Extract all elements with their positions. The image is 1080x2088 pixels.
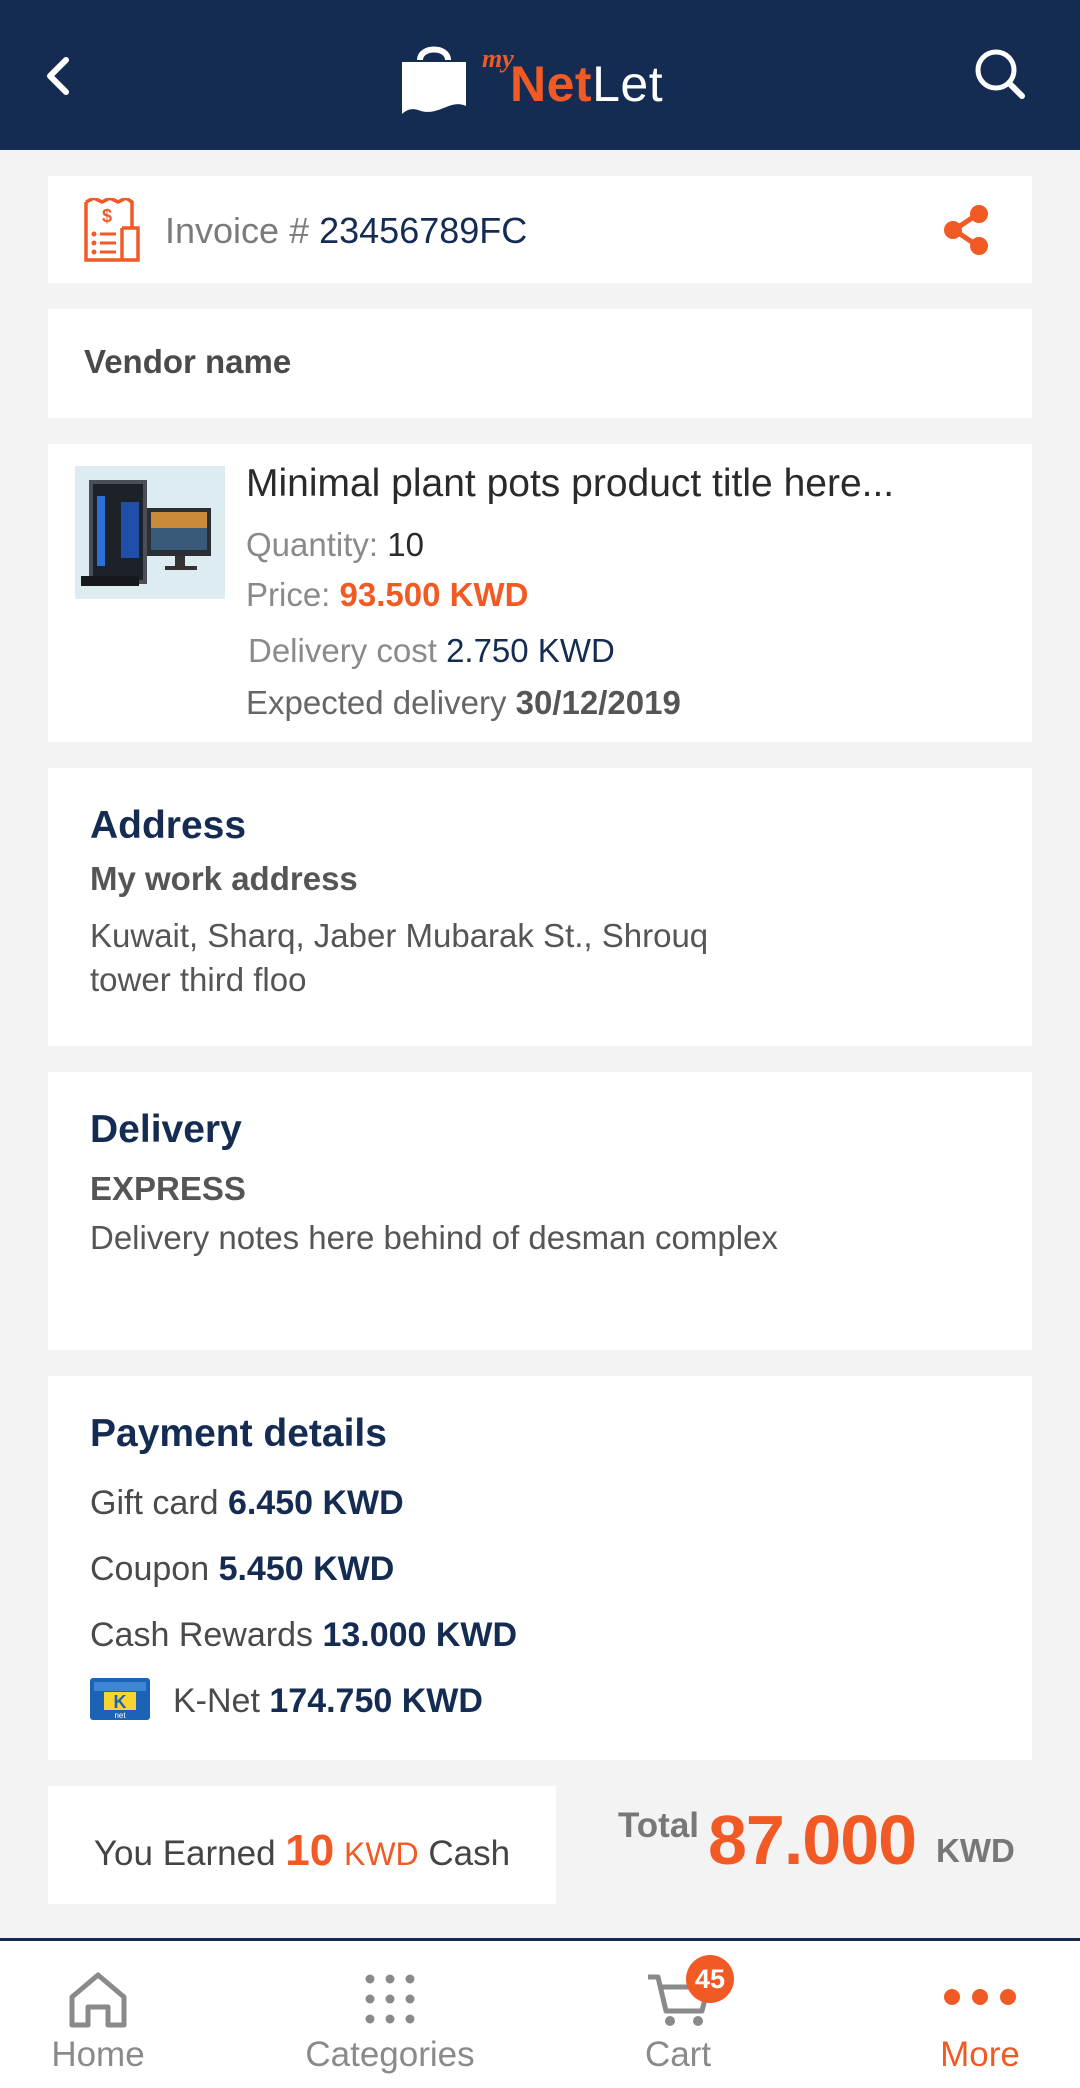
nav-label-more: More [940, 2035, 1020, 2074]
delivery-notes: Delivery notes here behind of desman com… [90, 1219, 778, 1256]
order-total: Total 87.000 KWD [600, 1800, 1030, 1890]
vendor-card[interactable]: Vendor name [48, 309, 1032, 418]
vendor-name: Vendor name [84, 343, 292, 380]
invoice-card: $ Invoice # 23456789FC [48, 176, 1032, 283]
svg-text:net: net [114, 1711, 126, 1720]
svg-text:$: $ [102, 206, 112, 226]
knet-logo-icon: K net [90, 1678, 150, 1720]
payment-card: Payment details Gift card 6.450 KWD Coup… [48, 1376, 1032, 1760]
product-quantity: Quantity: 10 [246, 526, 424, 563]
logo-wordmark: NetLet [510, 56, 664, 112]
app-logo[interactable]: my NetLet [398, 34, 698, 118]
product-expected-delivery: Expected delivery 30/12/2019 [246, 684, 681, 721]
cash-earned-text: You Earned 10 KWD Cash [93, 1826, 511, 1875]
cart-count-badge: 45 [686, 1955, 734, 2003]
delivery-title: Delivery [90, 1108, 242, 1151]
product-image[interactable] [75, 466, 225, 599]
product-card[interactable]: Minimal plant pots product title here...… [48, 444, 1032, 742]
product-delivery-cost: Delivery cost 2.750 KWD [248, 632, 615, 669]
delivery-type: EXPRESS [90, 1170, 246, 1207]
payment-row-gift-card: Gift card 6.450 KWD [90, 1484, 404, 1522]
svg-text:K: K [114, 1692, 127, 1712]
address-line-1: Kuwait, Sharq, Jaber Mubarak St., Shrouq [90, 917, 709, 954]
search-button[interactable] [970, 44, 1030, 104]
total-value: 87.000 [708, 1801, 917, 1879]
address-card: Address My work address Kuwait, Sharq, J… [48, 768, 1032, 1046]
home-icon [69, 1972, 127, 2028]
back-button[interactable] [34, 48, 90, 104]
nav-label-home: Home [51, 2035, 145, 2074]
nav-item-categories[interactable]: Categories [290, 1941, 490, 2088]
bottom-navigation: Home Categories 45 Cart More [0, 1938, 1080, 2088]
share-icon [944, 205, 988, 255]
nav-item-more[interactable]: More [880, 1941, 1080, 2088]
chevron-left-icon [47, 57, 69, 95]
payment-row-cash-rewards: Cash Rewards 13.000 KWD [90, 1616, 518, 1654]
address-line-2: tower third floo [90, 961, 307, 998]
payment-row-coupon: Coupon 5.450 KWD [90, 1550, 395, 1588]
search-icon [975, 49, 1025, 99]
total-label: Total [618, 1806, 700, 1845]
cart-icon [648, 1974, 711, 2026]
app-header: my NetLet [0, 0, 1080, 150]
more-icon [944, 1989, 1016, 2005]
nav-item-home[interactable]: Home [0, 1941, 196, 2088]
total-unit: KWD [936, 1832, 1015, 1869]
invoice-number: Invoice # 23456789FC [165, 210, 528, 251]
invoice-receipt-icon: $ [84, 198, 140, 262]
grid-icon [365, 1974, 415, 2024]
logo-my-text: my [482, 44, 514, 73]
share-button[interactable] [942, 204, 992, 256]
shopping-bag-icon [402, 46, 466, 114]
payment-row-knet: K-Net 174.750 KWD [173, 1682, 483, 1720]
cash-earned-card: You Earned 10 KWD Cash [48, 1786, 556, 1904]
product-title[interactable]: Minimal plant pots product title here... [246, 462, 894, 506]
nav-item-cart[interactable]: 45 Cart [578, 1941, 778, 2088]
nav-label-categories: Categories [305, 2035, 475, 2074]
payment-title: Payment details [90, 1412, 387, 1455]
address-title: Address [90, 804, 247, 847]
address-name: My work address [90, 860, 358, 897]
nav-label-cart: Cart [644, 2035, 712, 2074]
product-price: Price: 93.500 KWD [246, 576, 529, 613]
delivery-card: Delivery EXPRESS Delivery notes here beh… [48, 1072, 1032, 1350]
